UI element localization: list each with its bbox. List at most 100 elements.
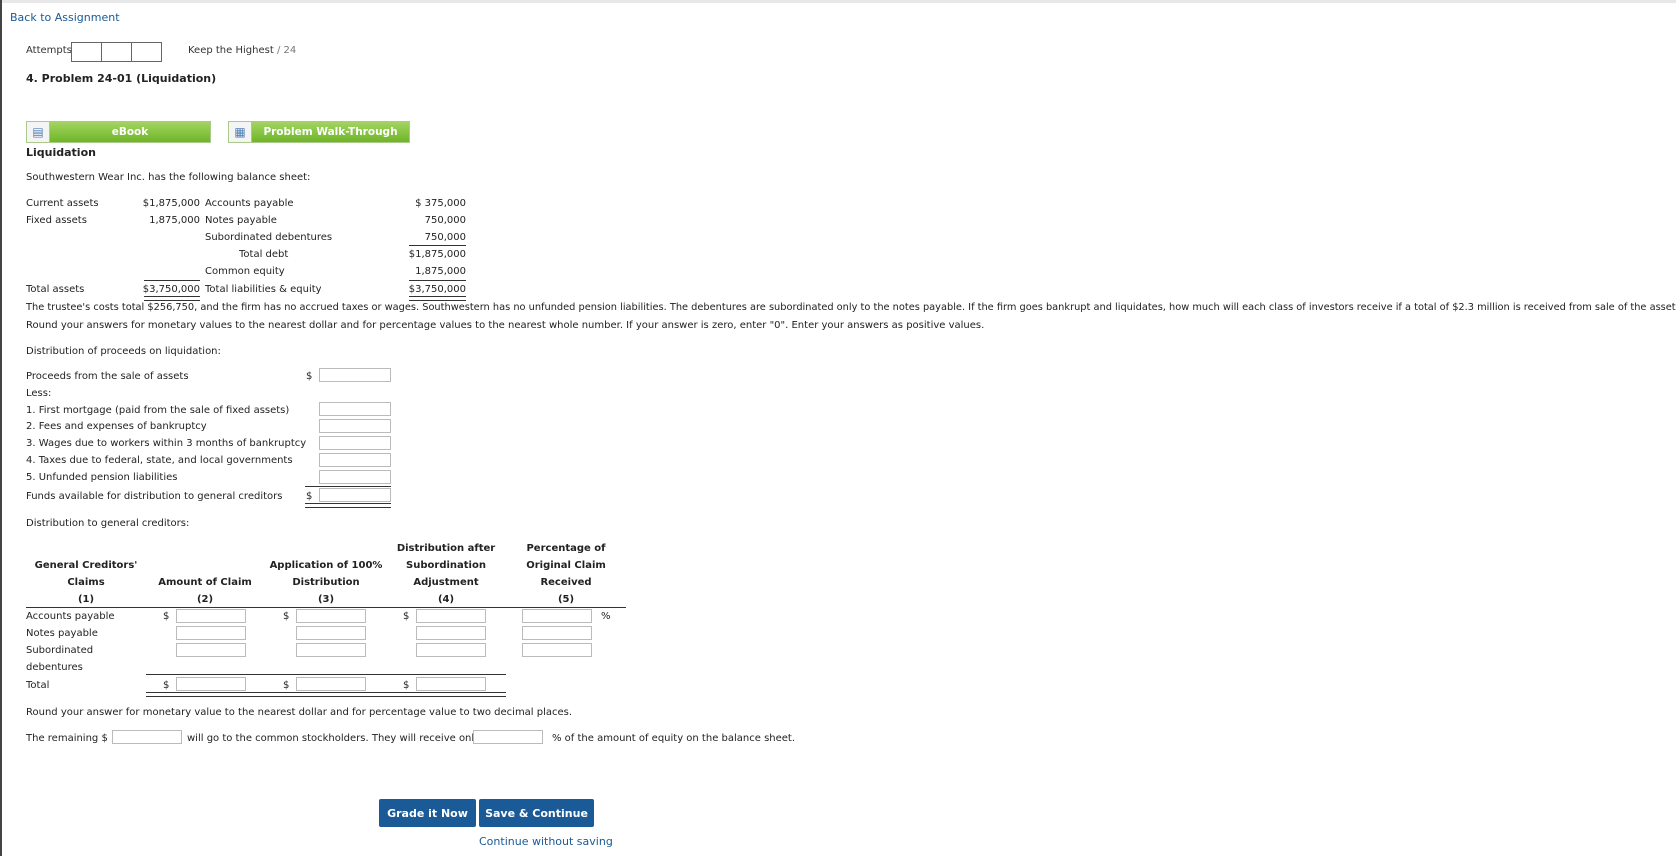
bs-right-label: Total debt — [239, 249, 289, 260]
total-application-input[interactable] — [296, 677, 366, 691]
double-underline — [144, 296, 200, 301]
bs-left-value: $1,875,000 — [142, 198, 200, 209]
ap-percent-input[interactable] — [522, 609, 592, 623]
currency-sign: $ — [283, 680, 290, 691]
pension-input[interactable] — [319, 470, 391, 484]
column-header: Application of 100% Distribution (3) — [266, 557, 386, 608]
column-header: Amount of Claim (2) — [150, 574, 260, 608]
taxes-input[interactable] — [319, 453, 391, 467]
deduction-label: 2. Fees and expenses of bankruptcy — [26, 421, 207, 432]
sd-adjusted-input[interactable] — [416, 643, 486, 657]
fees-input[interactable] — [319, 419, 391, 433]
column-header-line: Distribution after — [396, 543, 496, 554]
deduction-label: 5. Unfunded pension liabilities — [26, 472, 178, 483]
remaining-percent-input[interactable] — [473, 730, 543, 744]
funds-available-input[interactable] — [319, 488, 391, 502]
underline — [144, 280, 200, 281]
np-adjusted-input[interactable] — [416, 626, 486, 640]
np-claim-input[interactable] — [176, 626, 246, 640]
currency-sign: $ — [163, 611, 170, 622]
ap-claim-input[interactable] — [176, 609, 246, 623]
first-mortgage-input[interactable] — [319, 402, 391, 416]
currency-sign: $ — [403, 680, 410, 691]
currency-sign: $ — [283, 611, 290, 622]
keep-highest-label: Keep the Highest / 24 — [188, 45, 296, 56]
column-header-line: (1) — [77, 594, 95, 605]
distribution-title: Distribution of proceeds on liquidation: — [26, 346, 221, 357]
column-header-line: (4) — [437, 594, 455, 605]
creditors-title: Distribution to general creditors: — [26, 518, 190, 529]
attempt-box — [71, 42, 102, 62]
walkthrough-button-label: Problem Walk-Through — [263, 126, 398, 138]
currency-sign: $ — [306, 371, 313, 382]
problem-title: 4. Problem 24-01 (Liquidation) — [26, 72, 217, 85]
np-percent-input[interactable] — [522, 626, 592, 640]
ebook-button[interactable]: ▤ eBook — [26, 121, 211, 143]
back-to-assignment-link[interactable]: Back to Assignment — [10, 11, 120, 24]
funds-available-label: Funds available for distribution to gene… — [26, 491, 283, 502]
bs-right-value: $1,875,000 — [408, 249, 466, 260]
column-header-line: (5) — [557, 594, 575, 605]
creditor-row-label: Accounts payable — [26, 611, 115, 622]
bs-left-label: Current assets — [26, 198, 99, 209]
deduction-label: 4. Taxes due to federal, state, and loca… — [26, 455, 293, 466]
total-le-value: $3,750,000 — [408, 284, 466, 295]
bs-right-label: Accounts payable — [205, 198, 294, 209]
ap-adjusted-input[interactable] — [416, 609, 486, 623]
bs-right-value: 750,000 — [424, 215, 466, 226]
column-header-line: Received — [540, 577, 592, 588]
column-header-line: Distribution — [292, 577, 360, 588]
attempt-box — [101, 42, 132, 62]
grade-it-now-button[interactable]: Grade it Now — [379, 799, 476, 827]
total-underline — [146, 674, 506, 675]
sd-claim-input[interactable] — [176, 643, 246, 657]
walkthrough-button[interactable]: ▦ Problem Walk-Through — [228, 121, 410, 143]
column-header-line: (3) — [317, 594, 335, 605]
double-underline — [409, 296, 466, 301]
sd-application-input[interactable] — [296, 643, 366, 657]
np-application-input[interactable] — [296, 626, 366, 640]
bs-right-value: $ 375,000 — [415, 198, 466, 209]
sd-percent-input[interactable] — [522, 643, 592, 657]
wages-input[interactable] — [319, 436, 391, 450]
remaining-middle: will go to the common stockholders. They… — [187, 733, 481, 744]
bs-right-label: Subordinated debentures — [205, 232, 333, 243]
currency-sign: $ — [163, 680, 170, 691]
ebook-button-label: eBook — [111, 126, 149, 138]
remaining-amount-input[interactable] — [112, 730, 182, 744]
underline — [305, 486, 391, 487]
underline — [409, 245, 466, 246]
column-header: Distribution after Subordination Adjustm… — [386, 540, 506, 608]
continue-without-saving-link[interactable]: Continue without saving — [479, 835, 613, 848]
total-claim-input[interactable] — [176, 677, 246, 691]
attempts-label: Attempts — [26, 45, 72, 56]
bs-right-label: Notes payable — [205, 215, 277, 226]
column-header-line: Subordination — [406, 560, 486, 571]
remaining-prefix: The remaining $ — [26, 733, 108, 744]
deduction-label: 1. First mortgage (paid from the sale of… — [26, 405, 290, 416]
creditor-row-label-cont: debentures — [26, 662, 83, 673]
total-label: Total — [26, 680, 50, 691]
total-le-label: Total liabilities & equity — [205, 284, 322, 295]
remaining-suffix: % of the amount of equity on the balance… — [552, 733, 796, 744]
bs-left-value: 1,875,000 — [149, 215, 200, 226]
bs-left-label: Fixed assets — [26, 215, 87, 226]
creditor-row-label: Notes payable — [26, 628, 98, 639]
deduction-label: 3. Wages due to workers within 3 months … — [26, 438, 307, 449]
proceeds-input[interactable] — [319, 368, 391, 382]
attempt-box — [131, 42, 162, 62]
bs-right-value: 1,875,000 — [415, 266, 466, 277]
total-assets-label: Total assets — [26, 284, 85, 295]
ap-application-input[interactable] — [296, 609, 366, 623]
column-header-line: Original Claim — [526, 560, 606, 571]
question-text: The trustee's costs total $256,750, and … — [26, 302, 1676, 313]
currency-sign: $ — [306, 491, 313, 502]
column-header: General Creditors' Claims (1) — [26, 557, 146, 608]
total-adjusted-input[interactable] — [416, 677, 486, 691]
column-header-line: Percentage of — [526, 543, 606, 554]
column-header-line: Claims — [67, 577, 105, 588]
save-continue-button[interactable]: Save & Continue — [479, 799, 594, 827]
currency-sign: $ — [403, 611, 410, 622]
bs-right-label: Common equity — [205, 266, 285, 277]
double-underline — [146, 692, 506, 697]
